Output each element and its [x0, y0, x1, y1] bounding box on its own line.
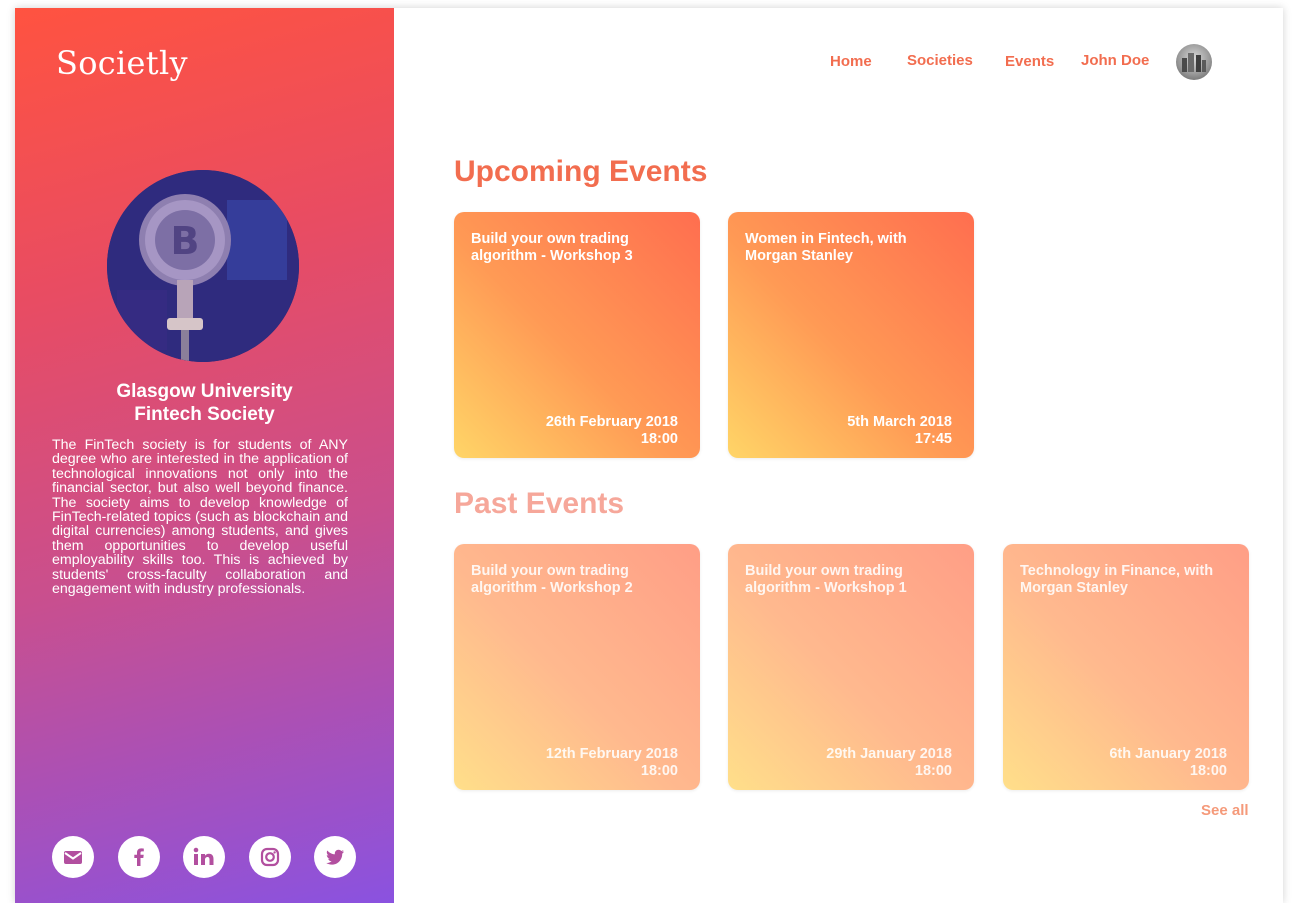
event-datetime: 29th January 2018 18:00 — [826, 746, 952, 780]
society-title-line1: Glasgow University — [116, 381, 293, 402]
upcoming-events-title: Upcoming Events — [454, 155, 708, 188]
upcoming-event-card[interactable]: Women in Fintech, with Morgan Stanley 5t… — [728, 212, 974, 458]
society-image: B — [107, 170, 299, 362]
app-frame: Societly B Glasgow University Fintech So… — [15, 8, 1283, 903]
twitter-icon — [326, 849, 344, 865]
event-date: 29th January 2018 — [826, 746, 952, 762]
mail-icon — [64, 851, 82, 864]
event-title: Women in Fintech, with Morgan Stanley — [745, 231, 907, 264]
event-time: 18:00 — [640, 431, 678, 447]
see-all-link[interactable]: See all — [1201, 802, 1249, 819]
society-title: Glasgow University Fintech Society — [15, 380, 394, 426]
instagram-icon — [260, 847, 279, 867]
mail-button[interactable] — [52, 836, 94, 878]
event-title: Build your own trading algorithm - Works… — [471, 563, 633, 596]
upcoming-event-card[interactable]: Build your own trading algorithm - Works… — [454, 212, 700, 458]
past-event-card[interactable]: Technology in Finance, with Morgan Stanl… — [1003, 544, 1249, 790]
sidebar: Societly B Glasgow University Fintech So… — [15, 8, 394, 903]
event-date: 5th March 2018 — [847, 414, 952, 430]
bitcoin-photo-icon: B — [107, 170, 299, 362]
event-date: 12th February 2018 — [545, 746, 678, 762]
facebook-icon — [133, 848, 144, 866]
nav-societies[interactable]: Societies — [907, 52, 973, 69]
event-date: 26th February 2018 — [545, 414, 678, 430]
nav-user-name[interactable]: John Doe — [1081, 52, 1149, 69]
event-title: Build your own trading algorithm - Works… — [745, 563, 907, 596]
past-events-title: Past Events — [454, 487, 625, 520]
event-datetime: 26th February 2018 18:00 — [546, 414, 678, 448]
svg-text:B: B — [171, 219, 200, 263]
linkedin-icon — [193, 847, 214, 865]
event-time: 18:00 — [914, 763, 952, 779]
avatar-image-icon — [1182, 53, 1206, 72]
event-time: 17:45 — [914, 431, 952, 447]
event-time: 18:00 — [1189, 763, 1227, 779]
nav-events[interactable]: Events — [1005, 53, 1054, 70]
event-date: 6th January 2018 — [1109, 746, 1227, 762]
past-event-card[interactable]: Build your own trading algorithm - Works… — [454, 544, 700, 790]
event-time: 18:00 — [640, 763, 678, 779]
facebook-button[interactable] — [117, 836, 160, 878]
event-title: Technology in Finance, with Morgan Stanl… — [1020, 563, 1214, 596]
event-title: Build your own trading algorithm - Works… — [471, 231, 633, 264]
linkedin-button[interactable] — [183, 836, 225, 878]
past-event-card[interactable]: Build your own trading algorithm - Works… — [728, 544, 974, 790]
nav-home[interactable]: Home — [830, 53, 872, 70]
twitter-button[interactable] — [314, 836, 356, 878]
event-datetime: 5th March 2018 17:45 — [847, 414, 952, 448]
society-title-line2: Fintech Society — [134, 404, 275, 425]
instagram-button[interactable] — [248, 836, 291, 878]
top-nav: Home Societies Events John Doe — [15, 44, 1283, 84]
event-datetime: 12th February 2018 18:00 — [546, 746, 678, 780]
event-datetime: 6th January 2018 18:00 — [1109, 746, 1227, 780]
society-description: The FinTech society is for students of A… — [52, 437, 348, 598]
user-avatar[interactable] — [1176, 44, 1212, 80]
social-links — [52, 836, 356, 878]
